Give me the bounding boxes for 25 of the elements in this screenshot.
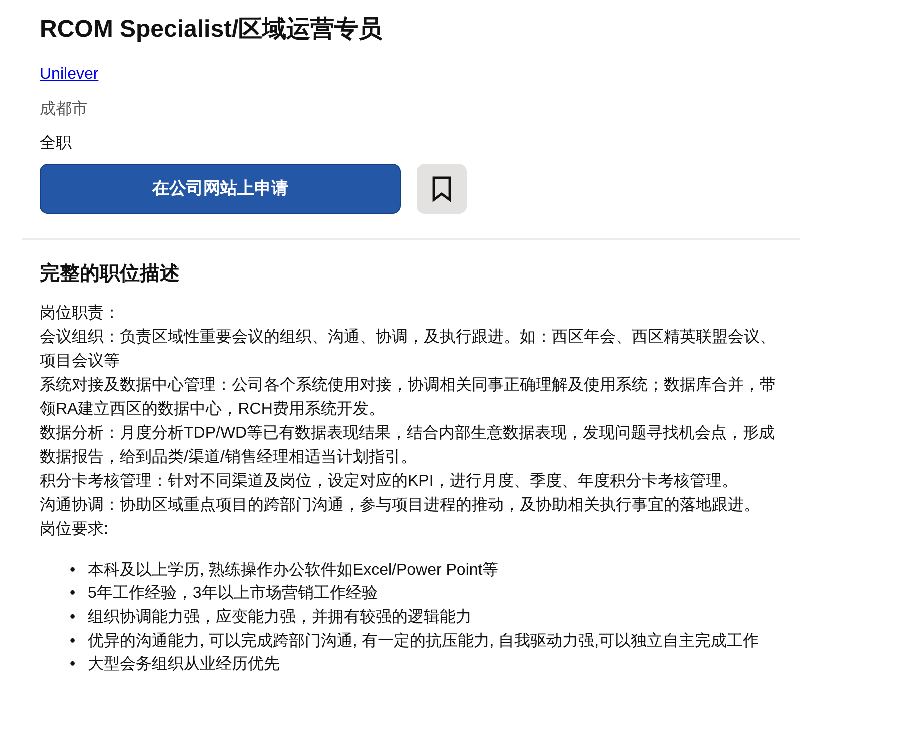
description-paragraph: 会议组织：负责区域性重要会议的组织、沟通、协调，及执行跟进。如：西区年会、西区精英联盟会议、项目会议等 xyxy=(40,328,777,372)
bullet: • xyxy=(70,632,77,652)
description-paragraph: 岗位要求: xyxy=(40,520,110,540)
description-paragraph: 数据分析：月度分析TDP/WD等已有数据表现结果，结合内部生意数据表现，发现问题寻找机会点，形成数据报告，给到品类/渠道/销售经理相适当计划指引。 xyxy=(40,424,776,468)
requirement-item: 大型会务组织从业经历优先 xyxy=(88,654,280,676)
requirement-item: 5年工作经验，3年以上市场营销工作经验 xyxy=(88,584,378,604)
save-button[interactable] xyxy=(417,164,467,214)
requirement-item: 优异的沟通能力, 可以完成跨部门沟通, 有一定的抗压能力, 自我驱动力强,可以独立自主完成工作 xyxy=(88,632,760,652)
description-paragraph: 沟通协调：协助区域重点项目的跨部门沟通，参与项目进程的推动，及协助相关执行事宜的落地跟进。 xyxy=(40,496,761,516)
job-type: 全职 xyxy=(40,134,73,154)
bullet: • xyxy=(70,584,77,604)
bullet: • xyxy=(70,608,77,628)
company-link[interactable]: Unilever xyxy=(40,62,99,87)
requirement-item: 组织协调能力强，应变能力强，并拥有较强的逻辑能力 xyxy=(88,608,472,628)
bullet: • xyxy=(70,560,77,581)
description-paragraph: 积分卡考核管理：针对不同渠道及岗位，设定对应的KPI，进行月度、季度、年度积分卡考核管理。 xyxy=(40,472,739,492)
description-paragraph: 系统对接及数据中心管理：公司各个系统使用对接，协调相关同事正确理解及使用系统；数据库合并，带领RA建立西区的数据中心，RCH费用系统开发。 xyxy=(40,376,777,420)
bookmark-icon xyxy=(432,176,452,202)
bullet: • xyxy=(70,655,77,676)
apply-button[interactable]: 在公司网站上申请 xyxy=(40,164,401,214)
section-heading: 完整的职位描述 xyxy=(40,262,181,286)
description-paragraph: 岗位职责： xyxy=(40,304,121,324)
job-location: 成都市 xyxy=(40,100,89,120)
requirement-item: 本科及以上学历, 熟练操作办公软件如Excel/Power Point等 xyxy=(88,560,499,581)
job-title: RCOM Specialist/区域运营专员 xyxy=(40,16,384,45)
